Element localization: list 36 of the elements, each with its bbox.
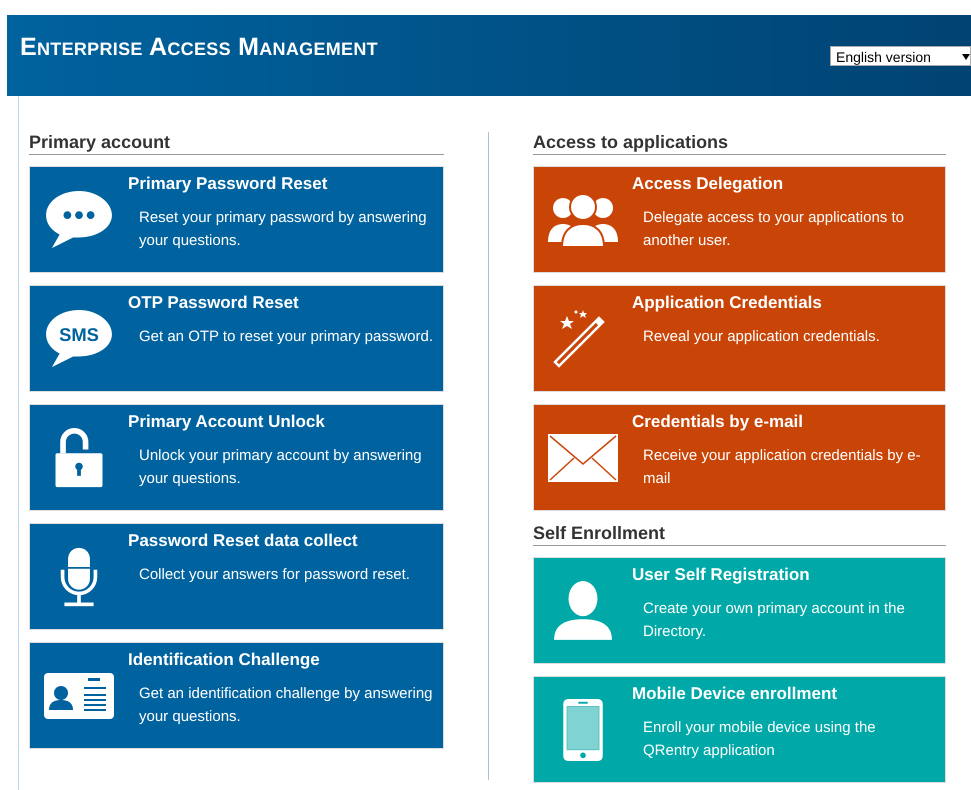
service-tile[interactable]: Primary Account Unlock Unlock your primary account by answering your questions. — [29, 404, 444, 511]
sms-bubble-icon: SMS — [44, 308, 114, 370]
tile-title: OTP Password Reset — [128, 293, 300, 313]
service-tile[interactable]: Application Credentials Reveal your application credentials. — [533, 285, 946, 392]
tile-description: Unlock your primary account by answering your questions. — [139, 446, 423, 489]
service-tile[interactable]: Password Reset data collect Collect your answers for password reset. — [29, 523, 444, 630]
tile-description: Get an identification challenge by answering your questions. — [139, 684, 433, 727]
tile-description: Reveal your application credentials. — [643, 327, 880, 347]
tile-description: Get an OTP to reset your primary password. — [139, 327, 433, 347]
tile-title: Primary Account Unlock — [128, 412, 326, 432]
tile-description: Create your own primary account in the Directory. — [643, 599, 906, 642]
section-heading: Self Enrollment — [533, 523, 946, 546]
caret-icon — [962, 54, 970, 60]
tile-title: Application Credentials — [632, 293, 823, 313]
tile-description: Delegate access to your applications to another user. — [643, 208, 905, 251]
tile-description: Enroll your mobile device using the QRentry application — [643, 718, 877, 761]
service-tile[interactable]: Credentials by e-mail Receive your application credentials by e-mail — [533, 404, 946, 511]
tile-description: Collect your answers for password reset. — [139, 565, 410, 585]
section-heading: Primary account — [29, 132, 444, 155]
language-select[interactable]: English version — [830, 46, 971, 66]
tile-title: Credentials by e-mail — [632, 412, 804, 432]
section-heading: Access to applications — [533, 132, 946, 155]
tile-title: Identification Challenge — [128, 650, 321, 670]
speech-bubble-icon — [44, 188, 114, 250]
tile-description: Receive your application credentials by e-mail — [643, 446, 922, 489]
tile-description: Reset your primary password by answering your questions. — [139, 208, 428, 251]
tile-title: Access Delegation — [632, 174, 784, 194]
service-tile[interactable]: Access Delegation Delegate access to your applications to another user. — [533, 166, 946, 273]
service-tile[interactable]: SMS OTP Password Reset Get an OTP to reset your primary password. — [29, 285, 444, 392]
tile-title: Primary Password Reset — [128, 174, 328, 194]
tile-title: Password Reset data collect — [128, 531, 359, 551]
service-tile[interactable]: Primary Password Reset Reset your primary password by answering your questions. — [29, 166, 444, 273]
app-title: Enterprise Access Management — [20, 33, 378, 62]
tile-title: User Self Registration — [632, 565, 811, 585]
tile-title: Mobile Device enrollment — [632, 684, 838, 704]
service-tile[interactable]: Identification Challenge Get an identification challenge by answering your questions. — [29, 642, 444, 749]
